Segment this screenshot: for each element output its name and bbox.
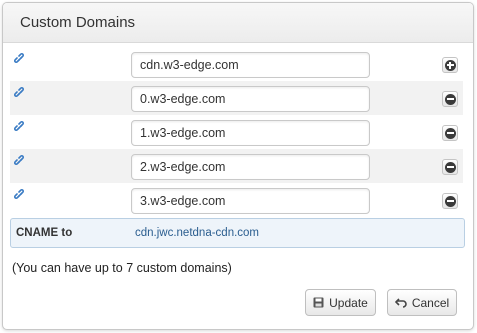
- remove-domain-button[interactable]: [442, 125, 458, 141]
- domain-limit-note: (You can have up to 7 custom domains): [12, 261, 232, 275]
- cancel-button[interactable]: Cancel: [387, 289, 457, 316]
- link-icon: [14, 189, 26, 201]
- domain-list: [10, 47, 463, 217]
- domain-row: [10, 47, 463, 81]
- minus-circle-icon: [444, 161, 456, 173]
- save-icon: [313, 297, 324, 308]
- cname-label: CNAME to: [16, 227, 73, 239]
- dialog-title: Custom Domains: [20, 14, 136, 31]
- remove-domain-button[interactable]: [442, 193, 458, 209]
- minus-circle-icon: [444, 93, 456, 105]
- domain-field[interactable]: [131, 154, 370, 180]
- domain-row: [10, 183, 463, 217]
- link-icon: [14, 87, 26, 99]
- dialog-header: Custom Domains: [3, 3, 473, 43]
- domain-field[interactable]: [131, 120, 370, 146]
- domain-field[interactable]: [131, 52, 370, 78]
- minus-circle-icon: [444, 127, 456, 139]
- domain-field[interactable]: [131, 188, 370, 214]
- minus-circle-icon: [444, 195, 456, 207]
- add-domain-button[interactable]: [442, 57, 458, 73]
- link-icon: [14, 155, 26, 167]
- remove-domain-button[interactable]: [442, 159, 458, 175]
- cancel-button-label: Cancel: [411, 295, 450, 310]
- update-button[interactable]: Update: [305, 289, 376, 316]
- link-icon: [14, 53, 26, 65]
- cname-value: cdn.jwc.netdna-cdn.com: [135, 227, 260, 239]
- domain-row: [10, 149, 463, 183]
- plus-circle-icon: [444, 59, 456, 71]
- undo-arrow-icon: [394, 297, 407, 308]
- remove-domain-button[interactable]: [442, 91, 458, 107]
- link-icon: [14, 121, 26, 133]
- cname-row: CNAME to cdn.jwc.netdna-cdn.com: [10, 218, 465, 248]
- domain-field[interactable]: [131, 86, 370, 112]
- domain-row: [10, 81, 463, 115]
- domain-row: [10, 115, 463, 149]
- update-button-label: Update: [329, 295, 368, 310]
